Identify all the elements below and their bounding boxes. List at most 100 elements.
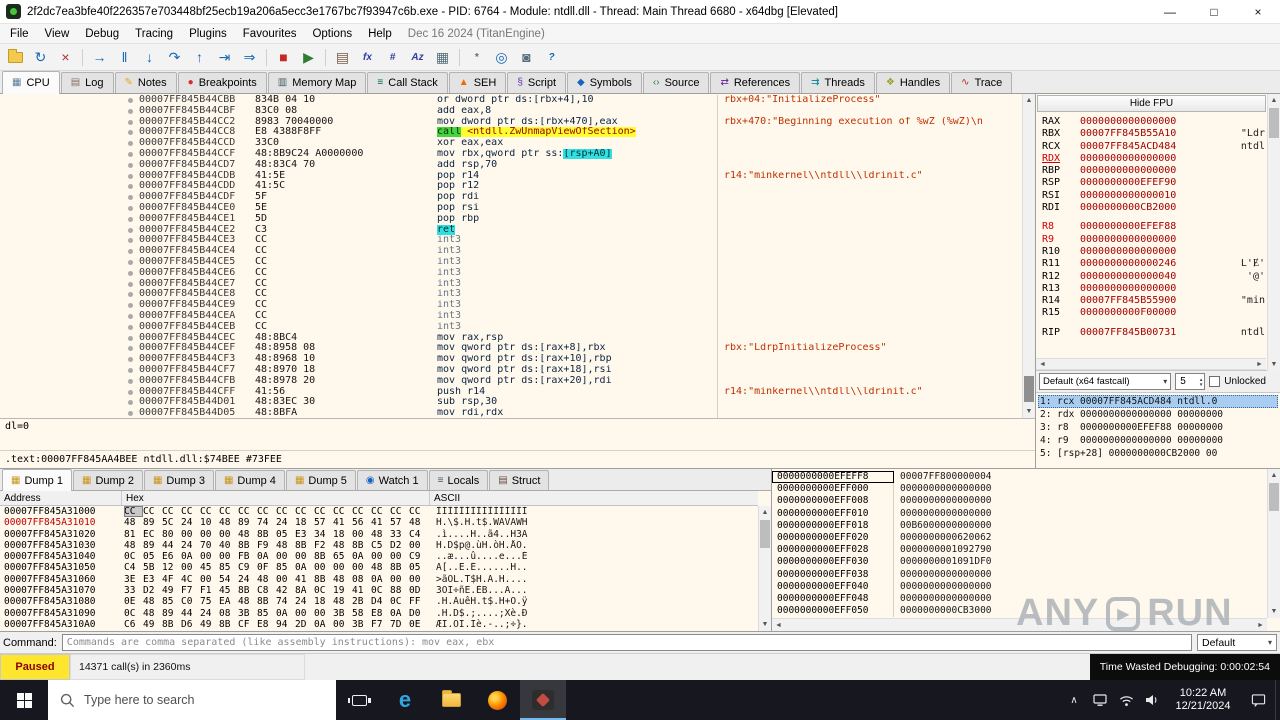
volume-tray-icon[interactable] [1139,694,1165,706]
action-center-button[interactable] [1241,680,1275,720]
dump-row[interactable]: 00007FF845A31080 0E 48 85 C0 75 EA 48 8B 74 24 18 48… [0,596,758,607]
scroll-down-icon[interactable] [759,618,771,631]
scrollbar-thumb[interactable] [1024,376,1034,403]
breakpoint-dot[interactable] [125,214,139,225]
tab-symbols[interactable]: ◆ Symbols [567,72,642,93]
maximize-button[interactable]: □ [1192,0,1236,23]
taskbar-search[interactable]: Type here to search [48,680,336,720]
menu-item-plugins[interactable]: Plugins [181,26,235,42]
dump-row[interactable]: 00007FF845A31070 33 D2 49 F7 F1 45 8B C8 42 8A 0C 19… [0,585,758,596]
register-row-r14[interactable]: R14 00007FF845B55900 "min [1042,295,1265,307]
log-window-icon[interactable]: ▤ [331,46,354,68]
breakpoint-dot[interactable] [125,235,139,246]
hidden-icons-chevron[interactable]: ∧ [1061,695,1087,706]
register-row-rbx[interactable]: RBX 00007FF845B55A10 "Ldr [1042,128,1265,140]
register-row-rsi[interactable]: RSI 0000000000000010 [1042,190,1265,202]
tab-script[interactable]: § Script [507,72,567,93]
register-row-rsp[interactable]: RSP 0000000000EFEF90 [1042,177,1265,189]
disasm-row[interactable]: 00007FF845B44CBF 83C0 08 add eax,8 [0,105,1035,117]
breakpoint-dot[interactable] [125,300,139,311]
register-row-r11[interactable]: R11 0000000000000246 L'Ɇ' [1042,258,1265,270]
unlocked-checkbox[interactable] [1209,376,1221,387]
register-row-rdi[interactable]: RDI 0000000000CB2000 [1042,202,1265,214]
dump-view[interactable]: Address Hex ASCII 00007FF845A31000 CC CC CC… [0,491,771,631]
breakpoint-dot[interactable] [125,257,139,268]
scroll-right-icon[interactable] [1253,359,1266,369]
tab-notes[interactable]: ✎ Notes [114,72,177,93]
dump-row[interactable]: 00007FF845A31050 C4 5B 12 00 45 85 C9 0F 85 0A 00 00… [0,562,758,573]
register-row-r12[interactable]: R12 0000000000000040 '@' [1042,271,1265,283]
tab-references[interactable]: ⇄ References [710,72,801,93]
close-debuggee-icon[interactable]: × [54,46,77,68]
dump-row[interactable]: 00007FF845A31060 3E E3 4F 4C 00 54 24 48 00 41 8B 48… [0,574,758,585]
tab-dump-1[interactable]: ▦ Dump 1 [2,469,72,491]
breakpoint-dot[interactable] [125,225,139,236]
tab-memory-map[interactable]: ▥ Memory Map [267,72,367,93]
scroll-up-icon[interactable] [1023,94,1035,107]
stack-row[interactable]: 0000000000EFEFF8 00007FF800000004 [772,471,1267,484]
edge-button[interactable]: e [382,680,428,720]
stack-row[interactable]: 0000000000EFF030 0000000001091DF0 [772,556,1267,569]
tab-dump-4[interactable]: ▦ Dump 4 [214,470,285,490]
tab-handles[interactable]: ❖ Handles [875,72,951,93]
scroll-right-icon[interactable] [1254,619,1267,631]
register-row-rcx[interactable]: RCX 00007FF845ACD484 ntdl [1042,141,1265,153]
tab-breakpoints[interactable]: ● Breakpoints [177,72,267,93]
memory-grid-icon[interactable]: ▦ [431,46,454,68]
breakpoint-dot[interactable] [125,106,139,117]
tab-seh[interactable]: ▲ SEH [448,72,507,93]
display-tray-icon[interactable] [1087,693,1113,707]
tab-watch-1[interactable]: ◉ Watch 1 [356,470,428,490]
scroll-down-icon[interactable] [1268,605,1280,618]
stack-row[interactable]: 0000000000EFF048 0000000000000000 [772,592,1267,606]
breakpoint-dot[interactable] [125,149,139,160]
close-button[interactable]: × [1236,0,1280,23]
file-explorer-button[interactable] [428,680,474,720]
x64dbg-taskbar-button[interactable] [520,680,566,720]
breakpoint-dot[interactable] [125,203,139,214]
stop-icon[interactable]: ■ [272,46,295,68]
settings-icon[interactable]: * [465,46,488,68]
network-tray-icon[interactable] [1113,694,1139,707]
disasm-row[interactable]: 00007FF845B44CE1 5D pop rbp [0,213,1035,225]
dump-row[interactable]: 00007FF845A310A0 C6 49 8B D6 49 8B CF E8 94 2D 0A 00… [0,619,758,630]
registers-panel[interactable]: RAX 0000000000000000 RBX 00007FF845B55A10 "L… [1036,112,1280,358]
tab-dump-2[interactable]: ▦ Dump 2 [72,470,143,490]
snapshot-icon[interactable]: ◙ [515,46,538,68]
disassembly-view[interactable]: 00007FF845B44CBB 834B 04 10 or dword ptr d… [0,94,1035,419]
menu-item-file[interactable]: File [2,26,37,42]
step-into-icon[interactable]: ↓ [138,46,161,68]
tab-dump-3[interactable]: ▦ Dump 3 [143,470,214,490]
tab-log[interactable]: ▤ Log [60,72,114,93]
disasm-row[interactable]: 00007FF845B44D05 48:8BFA mov rdi,rdx [0,407,1035,419]
arg-count-spinner[interactable]: 5 [1175,373,1206,390]
argument-row[interactable]: 3: r8 0000000000EFEF88 00000000 [1038,421,1278,434]
show-desktop-button[interactable] [1275,680,1280,720]
scroll-left-icon[interactable] [1036,359,1049,369]
stack-row[interactable]: 0000000000EFF010 0000000000000000 [772,507,1267,520]
stack-row[interactable]: 0000000000EFF008 0000000000000000 [772,495,1267,508]
disasm-row[interactable]: 00007FF845B44CE6 CC int3 [0,267,1035,279]
breakpoint-dot[interactable] [125,181,139,192]
stack-row[interactable]: 0000000000EFF000 0000000000000000 [772,483,1267,496]
start-button[interactable] [0,680,48,720]
register-row-r10[interactable]: R10 0000000000000000 [1042,246,1265,258]
scroll-up-icon[interactable] [1268,469,1280,482]
help-icon[interactable]: ? [540,46,563,68]
hide-fpu-button[interactable]: Hide FPU [1037,95,1266,112]
dump-row[interactable]: 00007FF845A31020 81 EC 80 00 00 00 48 8B 05 E3 34 18… [0,529,758,540]
firefox-button[interactable] [474,680,520,720]
scroll-left-icon[interactable] [772,619,785,631]
menu-item-options[interactable]: Options [304,26,360,42]
breakpoint-dot[interactable] [125,376,139,387]
registers-scrollbar[interactable] [1267,94,1280,371]
stack-row[interactable]: 0000000000EFF028 0000000001092790 [772,544,1267,557]
breakpoint-dot[interactable] [125,333,139,344]
register-row-r13[interactable]: R13 0000000000000000 [1042,283,1265,295]
arguments-panel[interactable]: 1: rcx 00007FF845ACD484 ntdll.0 2: rdx 00… [1036,392,1280,468]
tab-source[interactable]: ‹› Source [642,72,710,93]
restart-icon[interactable]: ↻ [29,46,52,68]
breakpoint-count-icon[interactable]: # [381,46,404,68]
menu-item-debug[interactable]: Debug [77,26,127,42]
tab-threads[interactable]: ⇉ Threads [801,72,875,93]
